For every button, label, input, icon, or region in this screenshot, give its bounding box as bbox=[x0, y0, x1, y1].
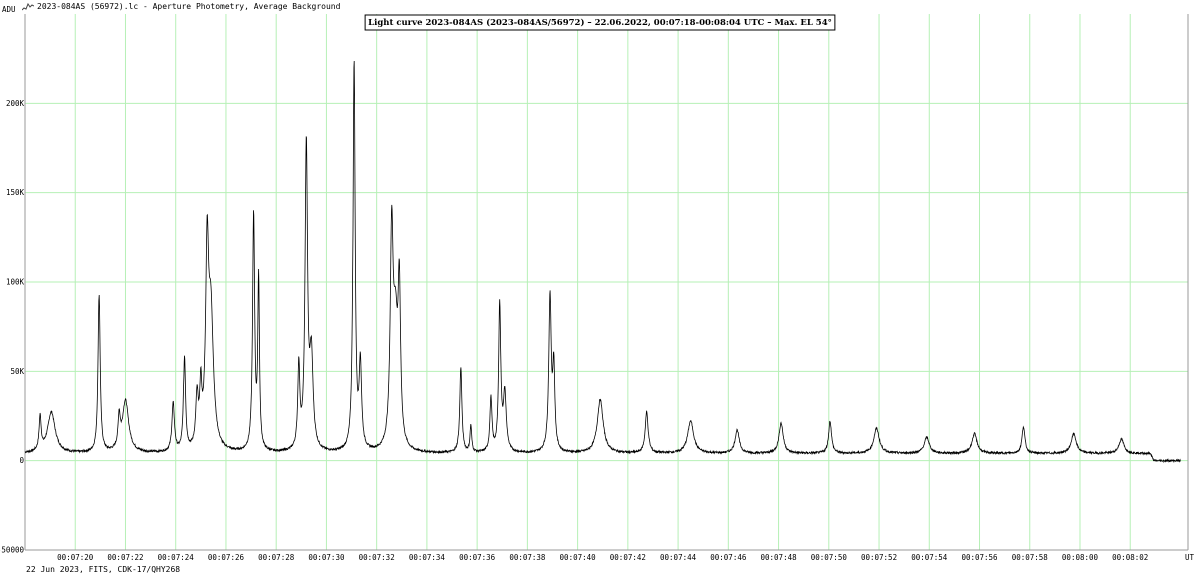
x-tick-label: 00:07:50 bbox=[811, 553, 848, 562]
x-tick-label: 00:07:52 bbox=[861, 553, 897, 562]
x-tick-label: 00:07:20 bbox=[57, 553, 94, 562]
x-tick-label: 00:07:42 bbox=[610, 553, 646, 562]
x-tick-label: 00:08:02 bbox=[1112, 553, 1148, 562]
y-tick-label: 50K bbox=[10, 367, 24, 376]
x-tick-label: 00:07:22 bbox=[107, 553, 143, 562]
y-axis-label: ADU bbox=[2, 5, 16, 14]
x-tick-label: 00:07:34 bbox=[409, 553, 446, 562]
x-tick-label: 00:07:40 bbox=[560, 553, 597, 562]
x-tick-label: 00:07:56 bbox=[961, 553, 998, 562]
x-tick-label: 00:07:28 bbox=[258, 553, 295, 562]
light-curve-chart: -50000 0 50K 100K 150K 200K 00:07:20 00:07:22 00… bbox=[0, 5, 1195, 562]
x-tick-label: 00:07:36 bbox=[459, 553, 496, 562]
x-tick-label: 00:07:38 bbox=[509, 553, 546, 562]
x-tick-label: 00:07:30 bbox=[308, 553, 345, 562]
chart-title-box: Light curve 2023-084AS (2023-084AS/56972… bbox=[364, 14, 836, 31]
chart-title: Light curve 2023-084AS (2023-084AS/56972… bbox=[368, 17, 832, 28]
x-tick-label: 00:07:26 bbox=[208, 553, 245, 562]
x-axis-label: UT bbox=[1185, 553, 1195, 562]
series-layer bbox=[24, 60, 1181, 464]
y-tick-label: -50000 bbox=[0, 546, 24, 555]
y-tick-label: 100K bbox=[6, 278, 25, 287]
y-tick-label: 150K bbox=[6, 188, 25, 197]
x-tick-label: 00:08:00 bbox=[1062, 553, 1099, 562]
x-tick-label: 00:07:48 bbox=[761, 553, 798, 562]
x-tick-label: 00:07:32 bbox=[359, 553, 395, 562]
x-tick-label: 00:07:54 bbox=[911, 553, 948, 562]
tick-label-layer: -50000 0 50K 100K 150K 200K 00:07:20 00:07:22 00… bbox=[0, 99, 1148, 562]
y-tick-label: 200K bbox=[6, 99, 25, 108]
x-tick-label: 00:07:58 bbox=[1012, 553, 1049, 562]
x-tick-label: 00:07:24 bbox=[158, 553, 195, 562]
x-tick-label: 00:07:46 bbox=[710, 553, 747, 562]
grid-layer bbox=[25, 14, 1188, 551]
y-tick-label: 0 bbox=[19, 456, 24, 465]
x-tick-label: 00:07:44 bbox=[660, 553, 697, 562]
footer-info: 22 Jun 2023, FITS, CDK-17/QHY268 bbox=[26, 565, 181, 574]
light-curve-line bbox=[24, 60, 1181, 464]
